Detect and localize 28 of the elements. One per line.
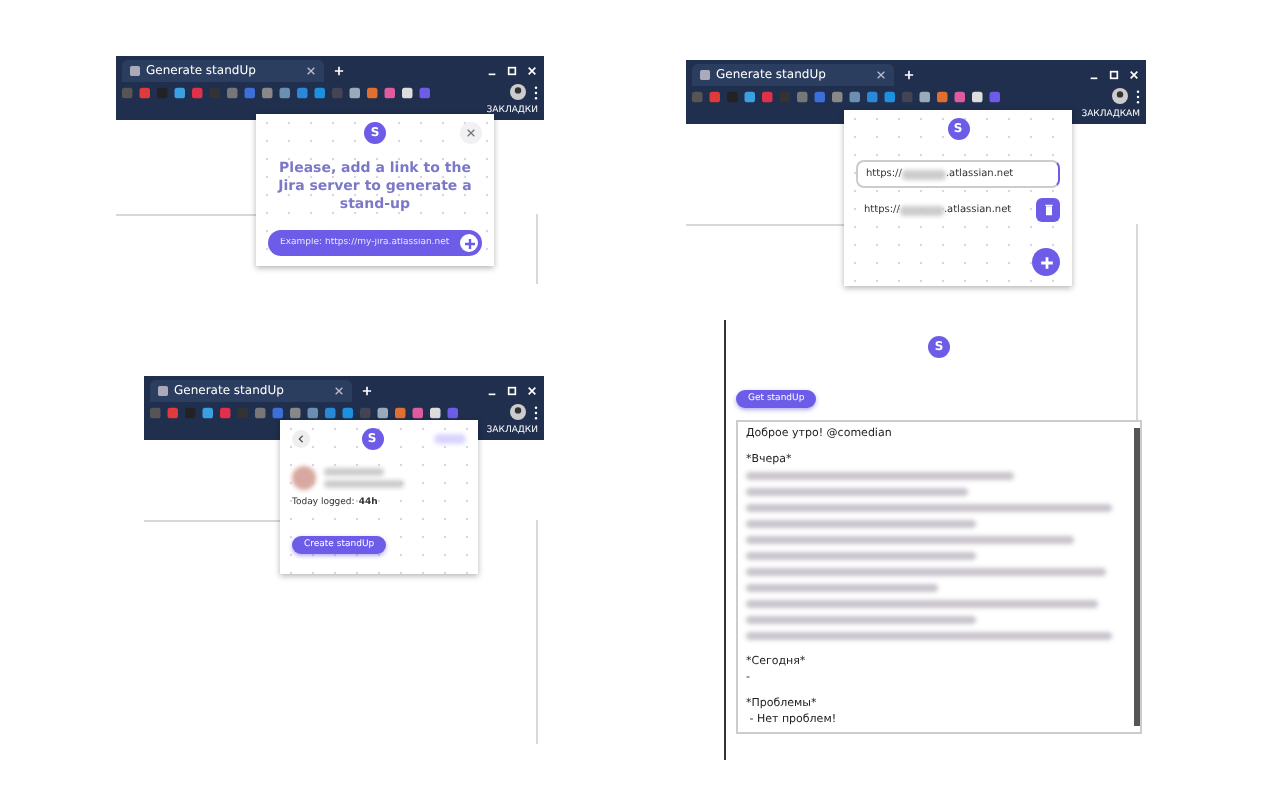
back-button[interactable] [292, 430, 310, 448]
close-icon[interactable] [333, 385, 344, 395]
window-controls-icon[interactable] [1088, 69, 1140, 79]
favicon-icon [158, 385, 168, 395]
window-controls-icon[interactable] [486, 65, 538, 75]
new-tab-icon[interactable] [361, 385, 372, 395]
plus-icon [1039, 255, 1053, 269]
blurred-text [901, 169, 946, 179]
blurred-text [899, 205, 944, 215]
trash-icon [1043, 204, 1053, 216]
profile-icon[interactable] [510, 404, 526, 420]
add-button[interactable] [1032, 248, 1060, 276]
delete-button[interactable] [1036, 198, 1060, 222]
new-tab-icon[interactable] [903, 69, 914, 79]
profile-icon[interactable] [1112, 88, 1128, 104]
new-tab-icon[interactable] [333, 65, 344, 75]
close-button[interactable] [460, 122, 482, 144]
scrollbar[interactable] [1134, 428, 1140, 726]
close-icon [466, 128, 476, 138]
favicon-icon [130, 65, 140, 75]
favicon-icon [700, 69, 710, 79]
back-icon [296, 434, 306, 444]
window-controls-icon[interactable] [486, 385, 538, 395]
close-icon[interactable] [305, 65, 316, 75]
profile-icon[interactable] [510, 84, 526, 100]
avatar-icon [292, 466, 316, 490]
plus-icon [463, 237, 475, 249]
close-icon[interactable] [875, 69, 886, 79]
